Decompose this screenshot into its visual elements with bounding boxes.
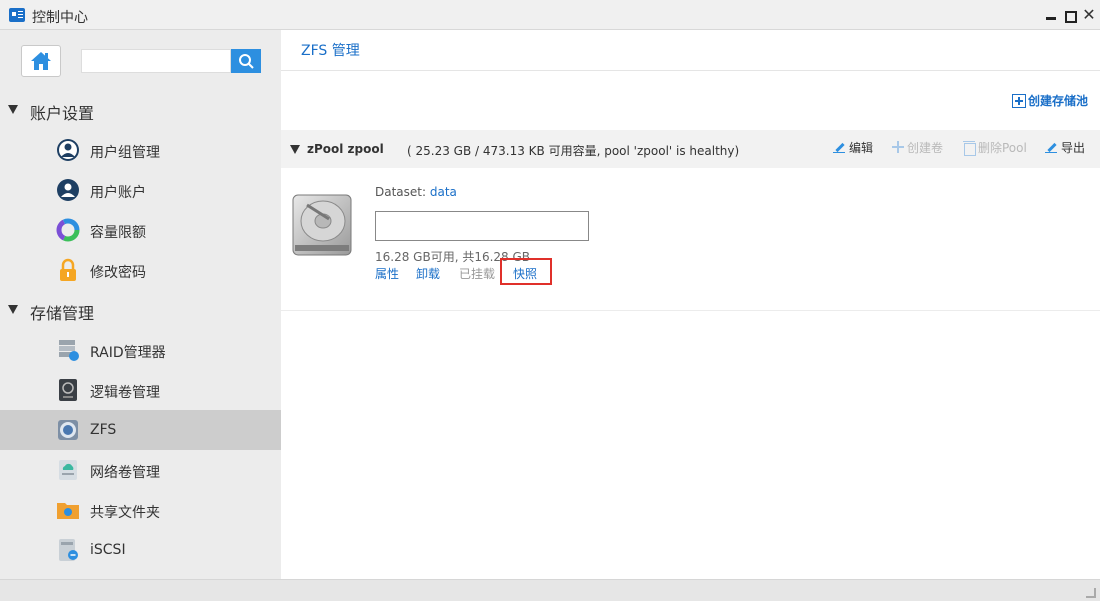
- search-button[interactable]: [231, 49, 261, 73]
- sidebar-item-label: 容量限额: [90, 225, 146, 241]
- sidebar-item-label: iSCSI: [90, 542, 126, 558]
- edit-icon: [833, 140, 847, 154]
- sidebar-item-zfs[interactable]: ZFS: [0, 410, 281, 450]
- edit-label: 编辑: [849, 141, 874, 155]
- main-panel: ZFS 管理 创建存储池 zPool zpool ( 25.23 GB / 47…: [281, 30, 1100, 579]
- lock-icon: [60, 258, 76, 281]
- sidebar-item-user-groups[interactable]: 用户组管理: [0, 130, 281, 170]
- sidebar-item-label: 用户账户: [90, 185, 146, 201]
- home-button[interactable]: [21, 45, 61, 77]
- sidebar-item-label: 共享文件夹: [90, 505, 160, 521]
- resize-grip-icon[interactable]: [1086, 588, 1096, 598]
- sidebar-item-partial[interactable]: [0, 570, 281, 579]
- trash-icon: [962, 140, 976, 156]
- section-account-settings[interactable]: 账户设置: [0, 92, 281, 128]
- status-bar: [0, 579, 1100, 601]
- export-label: 导出: [1061, 141, 1086, 155]
- section-storage-management[interactable]: 存储管理: [0, 292, 281, 328]
- iscsi-icon: [59, 539, 78, 561]
- dataset-label: Dataset: data: [375, 185, 457, 199]
- delete-pool-label: 删除Pool: [978, 141, 1027, 155]
- plus-box-icon: [1012, 94, 1026, 108]
- caret-down-icon: [8, 105, 18, 114]
- create-pool-button[interactable]: 创建存储池: [1012, 92, 1088, 109]
- shared-folder-icon: [57, 503, 79, 519]
- zfs-icon: [58, 420, 78, 440]
- maximize-button[interactable]: [1061, 6, 1079, 24]
- sidebar-item-label: RAID管理器: [90, 345, 166, 361]
- plus-icon: [891, 140, 905, 154]
- sidebar: 账户设置 用户组管理 用户账户 容量限额 修改密码 存储管理 RAID管理器 逻…: [0, 30, 281, 579]
- sidebar-item-change-password[interactable]: 修改密码: [0, 250, 281, 290]
- sidebar-item-user-accounts[interactable]: 用户账户: [0, 170, 281, 210]
- create-pool-label: 创建存储池: [1028, 94, 1089, 108]
- export-icon: [1045, 140, 1059, 154]
- sidebar-item-shared-folder[interactable]: 共享文件夹: [0, 490, 281, 530]
- export-pool-button[interactable]: 导出: [1045, 139, 1085, 156]
- sidebar-item-label: 修改密码: [90, 265, 146, 281]
- dataset-prefix: Dataset:: [375, 185, 427, 199]
- pool-status: ( 25.23 GB / 473.13 KB 可用容量, pool 'zpool…: [407, 144, 740, 158]
- sidebar-item-label: ZFS: [90, 422, 117, 438]
- page-title: ZFS 管理: [301, 43, 360, 59]
- delete-pool-button[interactable]: 删除Pool: [962, 139, 1027, 156]
- section-label: 存储管理: [30, 304, 95, 323]
- window-titlebar: 控制中心 ✕: [0, 0, 1100, 30]
- close-button[interactable]: ✕: [1080, 6, 1098, 24]
- control-center-app-icon: [9, 8, 25, 22]
- sidebar-item-label: 用户组管理: [90, 145, 160, 161]
- minimize-button[interactable]: [1042, 6, 1060, 24]
- network-volume-icon: [59, 460, 77, 480]
- sidebar-item-raid[interactable]: RAID管理器: [0, 330, 281, 370]
- pool-header: zPool zpool ( 25.23 GB / 473.13 KB 可用容量,…: [281, 130, 1100, 168]
- sidebar-item-label: 网络卷管理: [90, 465, 160, 481]
- create-volume-label: 创建卷: [907, 141, 944, 155]
- sidebar-item-lvm[interactable]: 逻辑卷管理: [0, 370, 281, 410]
- dataset-usage-bar: [375, 211, 589, 241]
- sidebar-item-label: 逻辑卷管理: [90, 385, 160, 401]
- sidebar-item-network-volume[interactable]: 网络卷管理: [0, 450, 281, 490]
- dataset-name-link[interactable]: data: [430, 185, 457, 199]
- search-icon: [239, 54, 254, 69]
- edit-pool-button[interactable]: 编辑: [833, 139, 873, 156]
- home-icon: [31, 52, 51, 70]
- collapse-pool-caret-icon[interactable]: [290, 145, 300, 154]
- sidebar-item-iscsi[interactable]: iSCSI: [0, 530, 281, 570]
- sidebar-item-quota[interactable]: 容量限额: [0, 210, 281, 250]
- divider: [281, 70, 1100, 71]
- user-group-icon: [57, 139, 79, 161]
- hard-disk-icon: [292, 194, 352, 256]
- user-account-icon: [57, 179, 79, 201]
- dataset-mounted-status: 已挂载: [459, 267, 496, 281]
- section-label: 账户设置: [30, 104, 95, 123]
- search-input[interactable]: [81, 49, 231, 73]
- dataset-properties-link[interactable]: 属性: [375, 265, 399, 282]
- raid-icon: [59, 340, 79, 361]
- lvm-icon: [59, 379, 77, 401]
- window-title: 控制中心: [32, 10, 88, 26]
- create-volume-button[interactable]: 创建卷: [891, 139, 943, 156]
- quota-ring-icon: [56, 218, 80, 242]
- dataset-unmount-link[interactable]: 卸载: [416, 265, 440, 282]
- caret-down-icon: [8, 305, 18, 314]
- snapshot-highlight-box: [500, 258, 552, 285]
- pool-title: zPool zpool: [307, 142, 384, 156]
- divider: [281, 310, 1100, 311]
